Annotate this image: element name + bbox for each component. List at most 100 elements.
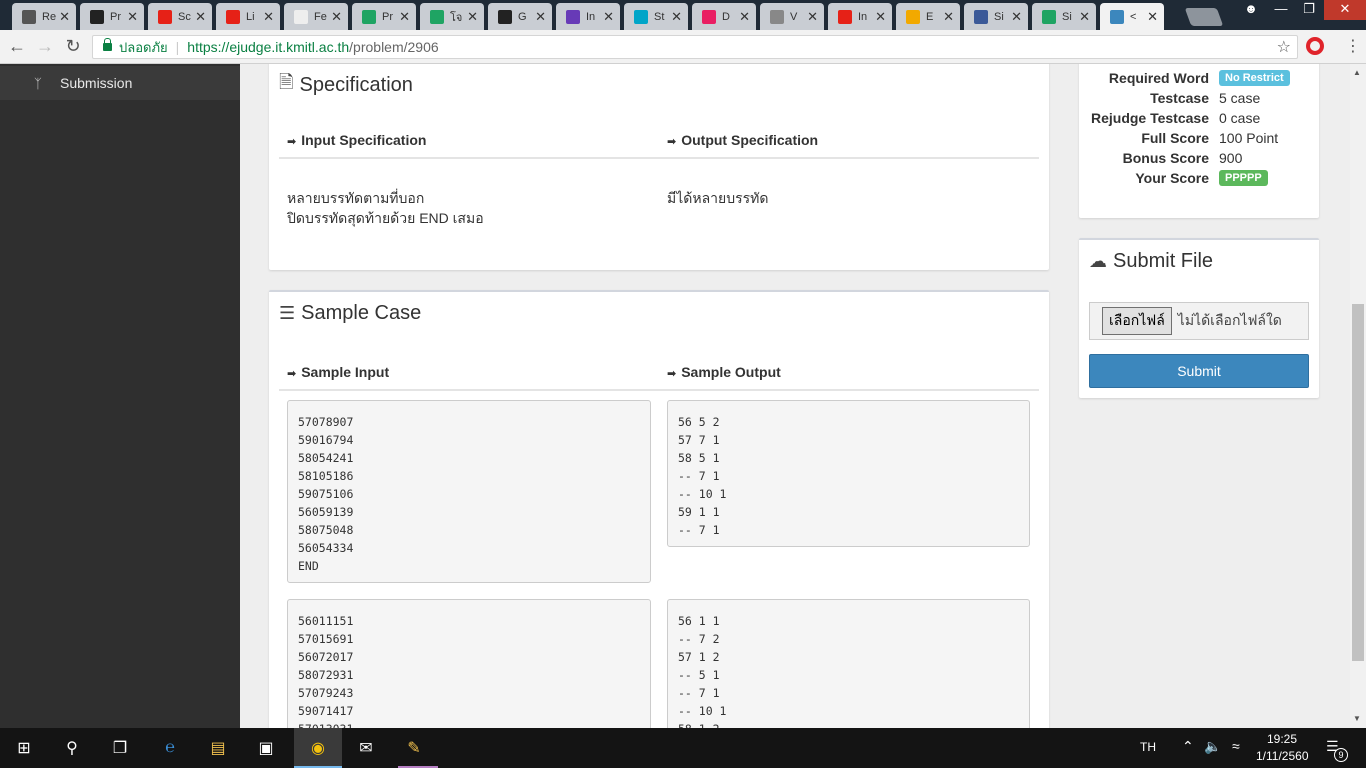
- chrome-icon[interactable]: ◉: [304, 734, 332, 762]
- tab-label: St: [654, 10, 665, 23]
- tab-favicon-icon: [22, 9, 36, 24]
- tab-close-icon[interactable]: ✕: [875, 9, 886, 25]
- maximize-button[interactable]: ❐: [1294, 0, 1324, 20]
- language-indicator[interactable]: TH: [1140, 740, 1156, 754]
- code-line: -- 10 1: [678, 704, 727, 718]
- output-spec-line: มีได้หลายบรรทัด: [667, 190, 769, 206]
- tab-label: Re: [42, 10, 57, 23]
- tab-favicon-icon: [702, 9, 716, 24]
- edge-icon[interactable]: ℮: [156, 734, 184, 762]
- browser-tab[interactable]: In ✕: [828, 3, 892, 30]
- list-ol-icon: ☰: [279, 303, 296, 323]
- bonus-score-row: Bonus Score 900: [1079, 148, 1243, 168]
- specification-title: 🗎 Specification: [279, 70, 413, 100]
- browser-tab[interactable]: G ✕: [488, 3, 552, 30]
- tab-close-icon[interactable]: ✕: [1011, 9, 1022, 25]
- sample-output-box[interactable]: 56 1 1 -- 7 2 57 1 2 -- 5 1 -- 7 1 -- 10 1 58 …: [667, 599, 1030, 728]
- code-line: -- 7 1: [678, 523, 720, 537]
- store-icon[interactable]: ▣: [252, 734, 280, 762]
- browser-menu-icon[interactable]: ⋮: [1345, 36, 1361, 56]
- tab-close-icon[interactable]: ✕: [943, 9, 954, 25]
- sidebar-item-submission[interactable]: ᛉ Submission: [0, 66, 240, 100]
- sample-case-title-text: Sample Case: [301, 302, 422, 324]
- submit-button[interactable]: Submit: [1089, 354, 1309, 388]
- page-scrollbar[interactable]: ▲ ▼: [1350, 64, 1366, 728]
- python-icon[interactable]: ✎: [400, 734, 428, 762]
- scroll-thumb[interactable]: [1352, 304, 1364, 661]
- browser-tab[interactable]: Pr ✕: [352, 3, 416, 30]
- back-button[interactable]: ←: [6, 36, 28, 57]
- spec-divider: [279, 157, 1039, 159]
- wifi-icon[interactable]: ≈: [1232, 738, 1240, 754]
- scroll-up-arrow-icon[interactable]: ▲: [1353, 68, 1361, 77]
- tray-chevron-icon[interactable]: ⌃: [1182, 738, 1194, 755]
- your-score-row: Your Score PPPPP: [1079, 168, 1268, 188]
- user-icon[interactable]: ☻: [1236, 0, 1266, 20]
- url-path: /problem/2906: [349, 39, 439, 55]
- search-icon[interactable]: ⚲: [58, 734, 86, 762]
- browser-tab[interactable]: Sc ✕: [148, 3, 212, 30]
- tab-close-icon[interactable]: ✕: [399, 9, 410, 25]
- reload-button[interactable]: ↻: [62, 36, 84, 57]
- sample-input-box[interactable]: 57078907 59016794 58054241 58105186 59075106…: [287, 400, 651, 583]
- browser-tab[interactable]: Pr ✕: [80, 3, 144, 30]
- sample-output-box[interactable]: 56 5 2 57 7 1 58 5 1 -- 7 1 -- 10 1 59 1 1 -- …: [667, 400, 1030, 547]
- tab-close-icon[interactable]: ✕: [59, 9, 70, 25]
- tab-close-icon[interactable]: ✕: [127, 9, 138, 25]
- sign-in-icon: ➡: [287, 136, 297, 148]
- tab-close-icon[interactable]: ✕: [1147, 9, 1158, 25]
- tab-label: E: [926, 10, 934, 23]
- tab-close-icon[interactable]: ✕: [671, 9, 682, 25]
- browser-tab[interactable]: Si ✕: [1032, 3, 1096, 30]
- browser-tab[interactable]: Re ✕: [12, 3, 76, 30]
- bookmark-star-icon[interactable]: ☆: [1277, 37, 1291, 57]
- forward-button[interactable]: →: [34, 36, 56, 57]
- input-spec-text: หลายบรรทัดตามที่บอก ปิดบรรทัดสุดท้ายด้วย…: [287, 188, 484, 228]
- window-close-button[interactable]: ✕: [1324, 0, 1366, 20]
- browser-tab[interactable]: V ✕: [760, 3, 824, 30]
- input-spec-line: ปิดบรรทัดสุดท้ายด้วย END เสมอ: [287, 210, 484, 226]
- tab-close-icon[interactable]: ✕: [263, 9, 274, 25]
- tab-favicon-icon: [770, 9, 784, 24]
- browser-tab[interactable]: D ✕: [692, 3, 756, 30]
- browser-tab[interactable]: Fe ✕: [284, 3, 348, 30]
- bonus-score-value: 900: [1219, 150, 1243, 166]
- opera-extension-icon[interactable]: [1306, 37, 1324, 55]
- choose-file-button[interactable]: เลือกไฟล์: [1102, 307, 1172, 335]
- minimize-button[interactable]: —: [1266, 0, 1296, 20]
- tab-favicon-icon: [158, 9, 172, 24]
- sample-input-box[interactable]: 56011151 57015691 56072017 58072931 57079243…: [287, 599, 651, 728]
- tab-label: G: [518, 10, 527, 23]
- browser-tab[interactable]: Li ✕: [216, 3, 280, 30]
- tab-close-icon[interactable]: ✕: [1079, 9, 1090, 25]
- browser-tab[interactable]: E ✕: [896, 3, 960, 30]
- address-bar[interactable]: ปลอดภัย | https://ejudge.it.kmitl.ac.th/…: [92, 35, 1298, 59]
- browser-tab[interactable]: < ✕: [1100, 3, 1164, 30]
- tab-close-icon[interactable]: ✕: [807, 9, 818, 25]
- code-line: 57079243: [298, 686, 354, 700]
- tab-close-icon[interactable]: ✕: [195, 9, 206, 25]
- mail-icon[interactable]: ✉: [352, 734, 380, 762]
- testcase-value: 5 case: [1219, 90, 1261, 106]
- browser-tab[interactable]: St ✕: [624, 3, 688, 30]
- browser-tab[interactable]: โจ ✕: [420, 3, 484, 30]
- new-tab-button[interactable]: [1184, 8, 1224, 26]
- tab-close-icon[interactable]: ✕: [331, 9, 342, 25]
- file-explorer-icon[interactable]: ▤: [204, 734, 232, 762]
- clock[interactable]: 19:25 1/11/2560: [1256, 732, 1309, 763]
- file-input[interactable]: เลือกไฟล์ ไม่ได้เลือกไฟล์ใด: [1089, 302, 1309, 340]
- required-word-label: Required Word: [1108, 70, 1209, 86]
- scroll-down-arrow-icon[interactable]: ▼: [1353, 714, 1361, 723]
- tab-close-icon[interactable]: ✕: [535, 9, 546, 25]
- branch-icon: ᛉ: [34, 75, 42, 91]
- browser-tab[interactable]: In ✕: [556, 3, 620, 30]
- tab-close-icon[interactable]: ✕: [603, 9, 614, 25]
- sample-output-heading: ➡ Sample Output: [667, 364, 781, 380]
- volume-icon[interactable]: 🔈: [1204, 738, 1221, 755]
- task-view-icon[interactable]: ❐: [106, 734, 134, 762]
- tab-close-icon[interactable]: ✕: [739, 9, 750, 25]
- windows-start-icon[interactable]: ⊞: [10, 734, 38, 762]
- specification-title-text: Specification: [299, 73, 413, 96]
- tab-close-icon[interactable]: ✕: [467, 9, 478, 25]
- browser-tab[interactable]: Si ✕: [964, 3, 1028, 30]
